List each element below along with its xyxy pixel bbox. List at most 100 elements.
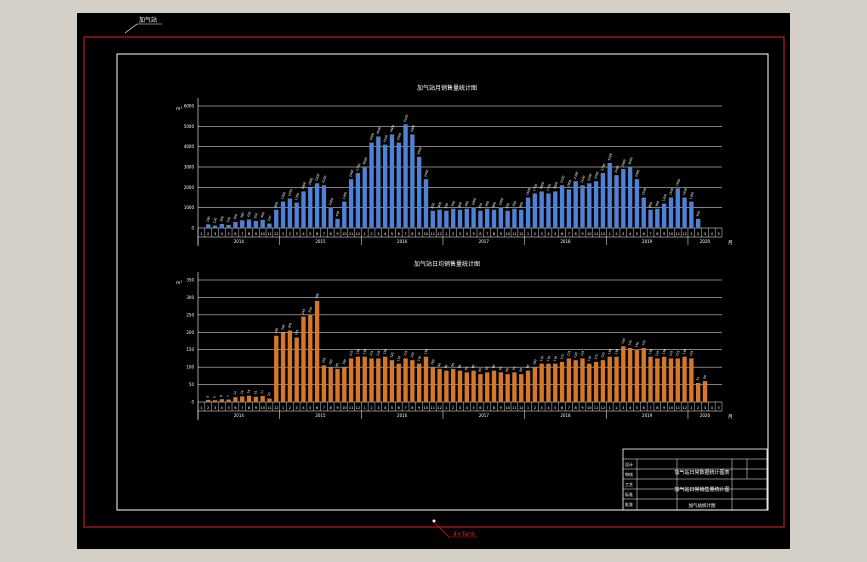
x-tick-label: 3 (377, 406, 379, 410)
bar (559, 361, 565, 402)
bar (280, 332, 286, 402)
bar (240, 396, 245, 402)
bar (689, 201, 694, 228)
bar (444, 370, 449, 402)
chart-top-body: 0100020003000400050006000m³1180212032004… (176, 98, 733, 246)
bar (280, 201, 286, 228)
chart-top: 加气站月销售量统计图 0100020003000400050006000m³11… (176, 84, 733, 246)
data-label: 125 (655, 350, 661, 357)
bar (308, 314, 313, 402)
bar (376, 136, 381, 228)
title-block-label: 审核 (625, 471, 633, 477)
bar (675, 358, 680, 402)
bar (260, 396, 265, 402)
bar (627, 167, 633, 228)
x-tick-label: 2 (370, 232, 372, 236)
bar (321, 365, 327, 402)
data-label: 60 (702, 374, 707, 379)
data-label: 125 (348, 350, 354, 357)
data-label: 85 (464, 366, 469, 371)
x-tick-label: 11 (430, 406, 435, 410)
data-label: 4600 (410, 124, 416, 133)
data-label: 85 (498, 366, 503, 371)
x-tick-label: 12 (519, 406, 524, 410)
data-label: 1500 (682, 187, 688, 196)
data-label: 4500 (376, 126, 382, 135)
x-tick-label: 11 (512, 406, 517, 410)
data-label: 90 (471, 364, 476, 369)
data-label: 200 (219, 215, 225, 222)
bar (675, 188, 680, 228)
data-label: 16 (239, 390, 244, 395)
bar (423, 179, 429, 228)
x-tick-label: 8 (411, 406, 414, 410)
bar (410, 360, 415, 402)
x-tick-label: 12 (437, 232, 442, 236)
bar (512, 372, 517, 402)
year-label: 2019 (642, 239, 653, 244)
bar (376, 358, 381, 402)
data-label: 900 (648, 201, 654, 208)
bar (219, 223, 224, 228)
data-label: 3500 (416, 147, 422, 156)
data-label: 3000 (627, 157, 633, 166)
x-tick-label: 3 (296, 232, 298, 236)
bar (505, 210, 510, 228)
data-label: 300 (233, 213, 239, 220)
x-tick-label: 8 (493, 232, 496, 236)
x-tick-label: 12 (274, 406, 279, 410)
x-tick-label: 5 (472, 406, 474, 410)
bar (212, 400, 218, 402)
y-tick-label: 3000 (184, 165, 195, 170)
y-tick-label: 250 (186, 312, 194, 317)
x-tick-label: 8 (330, 406, 333, 410)
bar (369, 358, 374, 402)
bar (702, 381, 708, 402)
bar (212, 225, 218, 228)
chart-bottom-body: 050100150200250300350m³16253847514616718… (176, 272, 733, 420)
bar (403, 358, 408, 402)
x-tick-label: 9 (255, 232, 258, 236)
bar (593, 181, 599, 228)
data-label: 2300 (593, 171, 599, 180)
inner-border (116, 53, 769, 511)
bar (648, 356, 653, 402)
data-label: 850 (505, 202, 511, 209)
data-label: 2100 (580, 175, 586, 184)
bar (546, 363, 551, 402)
data-label: 130 (661, 348, 667, 355)
bar (525, 370, 531, 402)
data-label: 2200 (314, 173, 320, 182)
x-tick-label: 4 (547, 406, 550, 410)
data-label: 2100 (559, 175, 565, 184)
bar (607, 162, 612, 228)
bar (525, 197, 531, 228)
x-tick-label: 5 (554, 406, 556, 410)
x-tick-label: 8 (330, 232, 333, 236)
data-label: 17 (260, 389, 265, 394)
data-label: 130 (423, 348, 429, 355)
data-label: 1500 (525, 187, 531, 196)
bar (580, 185, 585, 228)
bar (519, 374, 524, 402)
bar (301, 191, 306, 228)
x-tick-label: 8 (575, 406, 578, 410)
x-tick-label: 9 (500, 406, 503, 410)
x-tick-label: 1 (609, 232, 611, 236)
data-label: 110 (396, 355, 402, 362)
x-tick-label: 12 (519, 232, 524, 236)
bar (668, 197, 674, 228)
x-tick-label: 4 (711, 406, 714, 410)
data-label: 180 (205, 216, 211, 223)
x-tick-label: 7 (323, 406, 325, 410)
x-tick-label: 7 (649, 232, 651, 236)
x-tick-label: 11 (267, 406, 272, 410)
bar (260, 219, 265, 228)
data-label: 100 (328, 359, 334, 366)
x-tick-label: 10 (505, 232, 510, 236)
bar (655, 358, 660, 402)
bar (294, 337, 299, 402)
bar (246, 219, 252, 228)
x-tick-label: 2 (289, 232, 291, 236)
x-tick-label: 2 (615, 406, 617, 410)
